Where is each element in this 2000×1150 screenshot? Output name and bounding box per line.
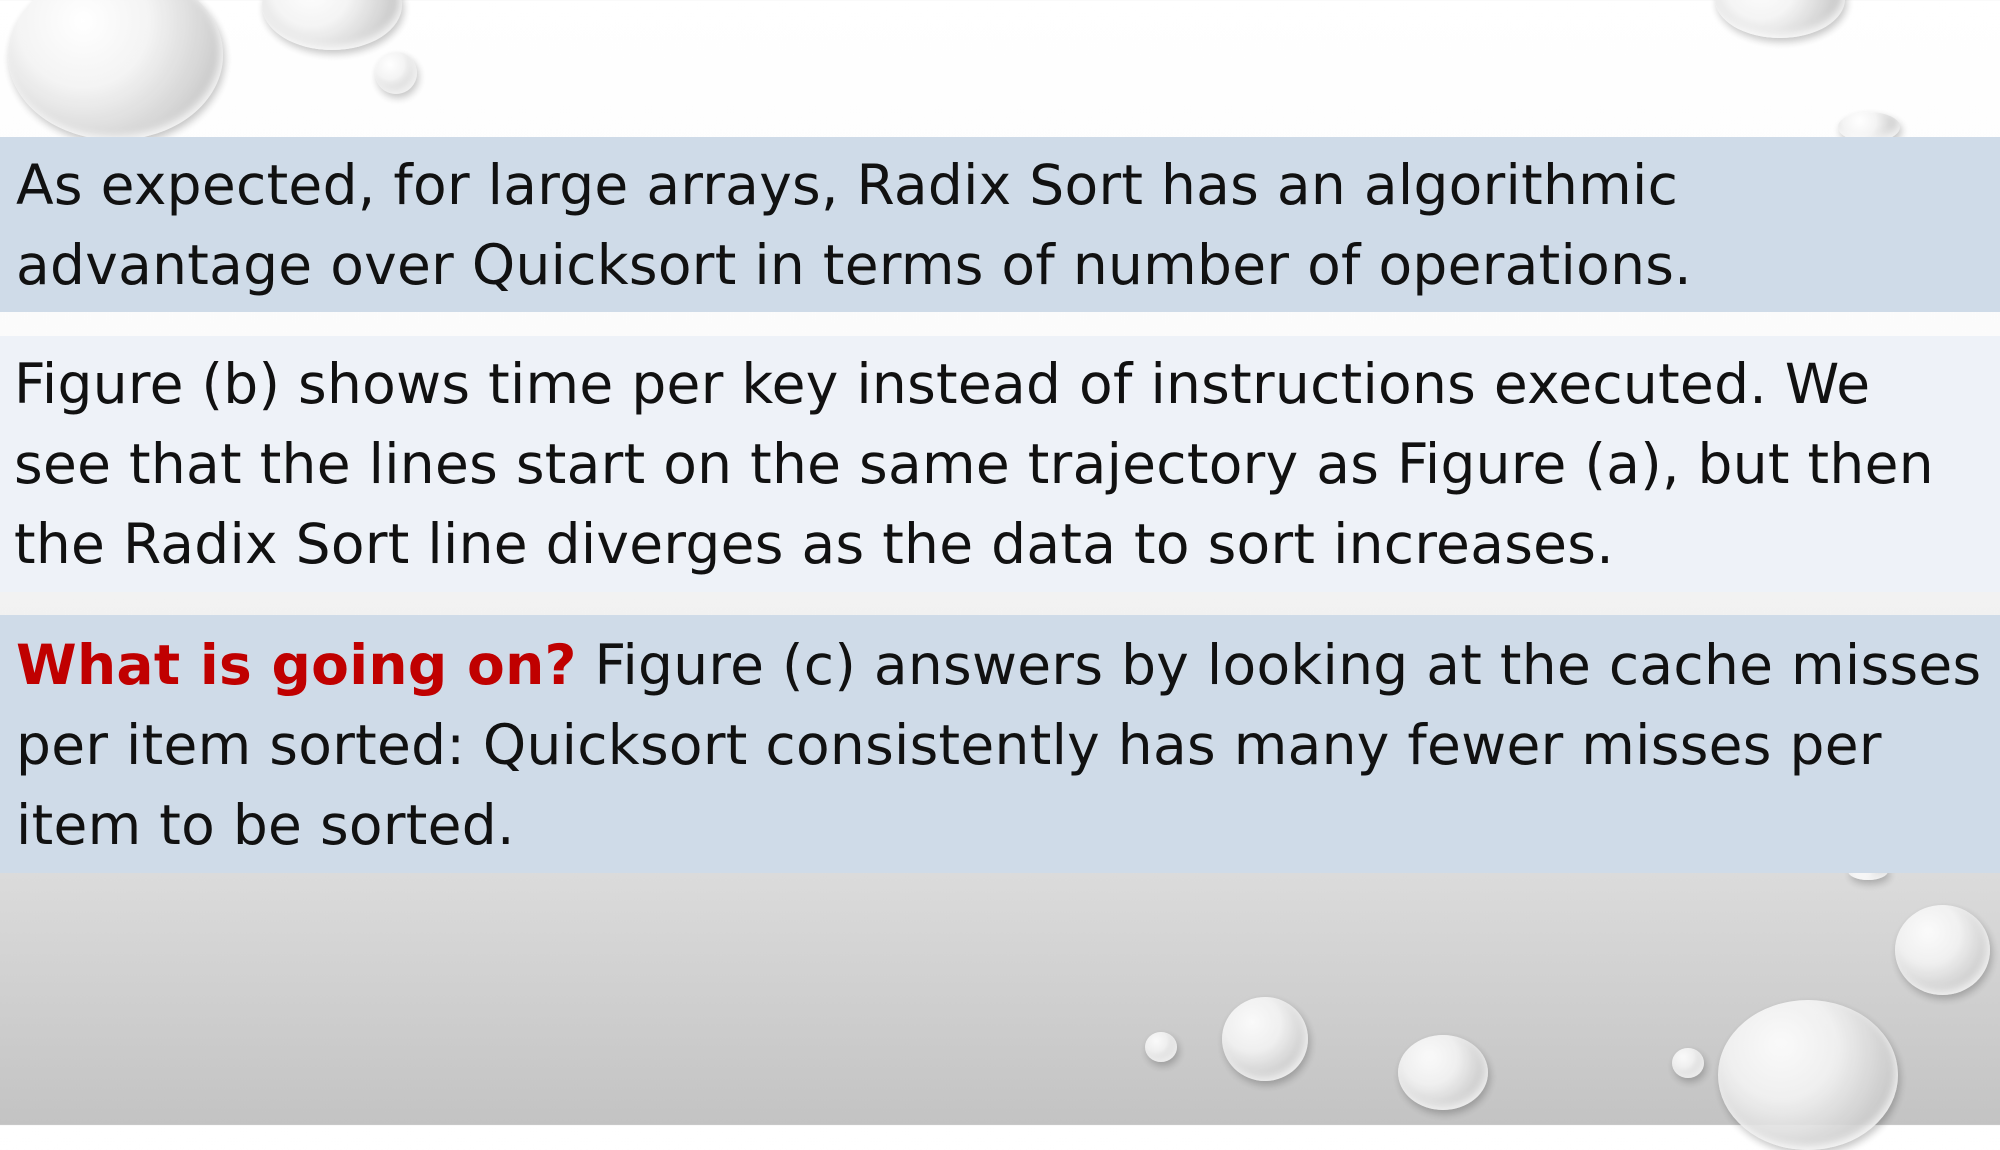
water-drop-decoration	[375, 52, 417, 94]
text-box-time-per-key: Figure (b) shows time per key instead of…	[0, 336, 2000, 592]
question-emphasis: What is going on?	[16, 633, 577, 697]
water-drop-decoration	[1222, 997, 1308, 1081]
text-box-cache-misses: What is going on? Figure (c) answers by …	[0, 615, 2000, 873]
water-drop-decoration	[262, 0, 402, 50]
paragraph-radix-advantage: As expected, for large arrays, Radix Sor…	[16, 153, 1692, 297]
paragraph-time-per-key: Figure (b) shows time per key instead of…	[14, 352, 1934, 576]
water-drop-decoration	[1895, 905, 1990, 995]
water-drop-decoration	[1718, 1000, 1898, 1150]
text-box-radix-advantage: As expected, for large arrays, Radix Sor…	[0, 137, 2000, 312]
water-drop-decoration	[1715, 0, 1845, 38]
water-drop-decoration	[1398, 1035, 1488, 1110]
water-drop-decoration	[8, 0, 223, 140]
slide: As expected, for large arrays, Radix Sor…	[0, 0, 2000, 1150]
water-drop-decoration	[1672, 1048, 1704, 1078]
water-drop-decoration	[1145, 1032, 1177, 1062]
